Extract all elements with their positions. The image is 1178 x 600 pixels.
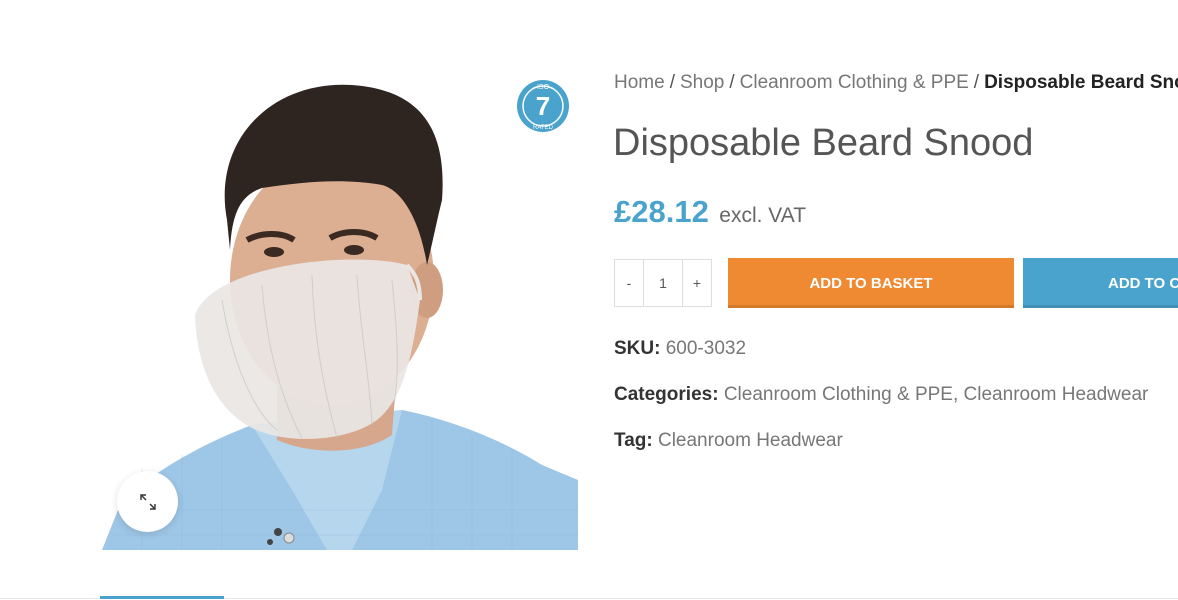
category-link[interactable]: Cleanroom Headwear xyxy=(964,384,1149,405)
price-row: £28.12 excl. VAT xyxy=(614,194,806,230)
category-link[interactable]: Cleanroom Clothing & PPE xyxy=(724,384,953,405)
product-price: £28.12 xyxy=(614,194,709,229)
tag-label: Tag: xyxy=(614,430,653,451)
breadcrumb-separator: / xyxy=(729,72,735,93)
badge-top-text: ISO xyxy=(537,84,550,91)
breadcrumb-separator: / xyxy=(973,72,980,93)
categories-label: Categories: xyxy=(614,384,719,405)
breadcrumb-separator: / xyxy=(669,72,675,93)
product-gallery xyxy=(102,70,578,550)
product-image[interactable] xyxy=(102,70,578,550)
quantity-input[interactable]: 1 xyxy=(643,260,683,306)
badge-bottom-text: RATED xyxy=(533,125,554,131)
active-tab-indicator xyxy=(100,596,224,599)
product-title: Disposable Beard Snood xyxy=(613,122,1034,164)
add-to-basket-button[interactable]: ADD TO BASKET xyxy=(728,258,1014,308)
tag-link[interactable]: Cleanroom Headwear xyxy=(658,430,843,451)
breadcrumb-home[interactable]: Home xyxy=(614,72,665,93)
quantity-increase-button[interactable]: + xyxy=(683,260,711,306)
quantity-decrease-button[interactable]: - xyxy=(615,260,643,306)
category-separator: , xyxy=(952,384,964,405)
zoom-button[interactable] xyxy=(117,471,178,532)
sku-label: SKU: xyxy=(614,338,661,359)
breadcrumb: Home / Shop / Cleanroom Clothing & PPE / Dispo… xyxy=(614,72,1178,94)
badge-number: 7 xyxy=(536,91,550,121)
sku-value: 600-3032 xyxy=(665,338,747,359)
breadcrumb-shop[interactable]: Shop xyxy=(680,72,724,93)
add-to-other-button[interactable]: ADD TO C xyxy=(1023,258,1178,308)
tag-row: Tag: Cleanroom Headwear xyxy=(614,430,843,452)
sku-row: SKU: 600-3032 xyxy=(614,338,746,360)
price-suffix: excl. VAT xyxy=(719,204,807,227)
categories-row: Categories: Cleanroom Clothing & PPE, Cl… xyxy=(614,384,1148,406)
breadcrumb-category[interactable]: Cleanroom Clothing & PPE xyxy=(740,72,969,93)
quantity-stepper: - 1 + xyxy=(614,259,712,307)
iso-7-badge: ISO 7 RATED xyxy=(517,80,569,132)
expand-icon xyxy=(139,493,156,510)
breadcrumb-current: Disposable Beard Snood xyxy=(984,72,1178,93)
